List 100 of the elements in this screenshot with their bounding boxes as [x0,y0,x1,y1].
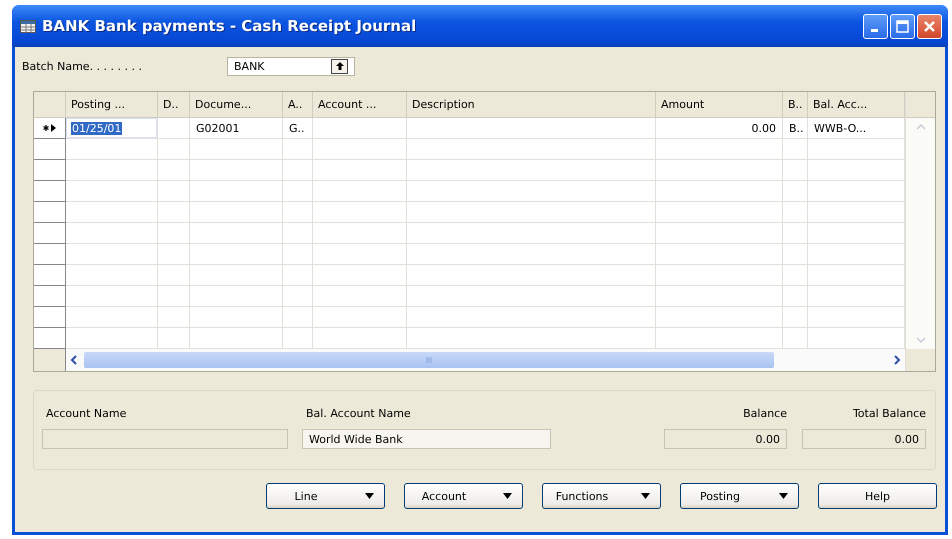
table-cell[interactable] [313,307,407,328]
table-cell[interactable] [283,160,313,181]
table-cell[interactable] [783,202,808,223]
table-cell[interactable] [783,265,808,286]
table-cell[interactable] [407,265,656,286]
table-cell[interactable] [158,139,190,160]
table-cell[interactable] [656,139,783,160]
table-cell[interactable] [313,160,407,181]
table-cell[interactable] [656,160,783,181]
table-cell[interactable] [66,181,158,202]
table-cell[interactable] [407,286,656,307]
scroll-left-icon[interactable] [70,355,78,365]
vertical-scrollbar[interactable] [906,118,935,349]
column-header[interactable]: Account ... [313,92,407,118]
table-cell[interactable] [783,307,808,328]
menu-button[interactable]: Account [404,483,523,509]
table-cell[interactable] [808,286,905,307]
table-cell[interactable] [808,223,905,244]
table-cell[interactable]: B.. [783,118,808,139]
help-button[interactable]: Help [818,483,937,509]
minimize-button[interactable] [863,14,888,38]
column-header[interactable]: A.. [283,92,313,118]
table-cell[interactable] [190,307,283,328]
table-cell[interactable] [808,139,905,160]
table-cell[interactable] [313,244,407,265]
table-cell[interactable] [158,202,190,223]
table-cell[interactable] [656,265,783,286]
column-header[interactable]: Posting ... [66,92,158,118]
table-cell[interactable] [66,286,158,307]
table-cell[interactable] [656,307,783,328]
table-cell[interactable] [283,307,313,328]
table-cell[interactable] [808,244,905,265]
column-header[interactable]: B.. [783,92,808,118]
table-cell[interactable] [313,118,407,139]
table-cell[interactable] [407,118,656,139]
table-cell[interactable]: 01/25/01 [66,118,158,139]
menu-button[interactable]: Line [266,483,385,509]
table-cell[interactable] [283,202,313,223]
table-cell[interactable] [407,223,656,244]
table-cell[interactable] [66,160,158,181]
table-cell[interactable] [407,160,656,181]
table-cell[interactable] [783,286,808,307]
column-header[interactable]: D.. [158,92,190,118]
table-cell[interactable] [407,202,656,223]
table-cell[interactable] [158,286,190,307]
table-cell[interactable] [158,265,190,286]
column-header[interactable]: Amount [656,92,783,118]
table-cell[interactable] [158,118,190,139]
table-cell[interactable] [283,223,313,244]
table-cell[interactable] [808,202,905,223]
column-header[interactable]: Docume... [190,92,283,118]
menu-button[interactable]: Posting [680,483,799,509]
table-cell[interactable] [783,244,808,265]
table-cell[interactable] [158,244,190,265]
table-cell[interactable] [283,139,313,160]
table-cell[interactable] [656,286,783,307]
table-cell[interactable] [66,139,158,160]
table-cell[interactable]: WWB-O... [808,118,905,139]
table-cell[interactable] [158,223,190,244]
table-cell[interactable] [313,223,407,244]
select-all-cell[interactable] [34,92,66,118]
table-cell[interactable] [313,181,407,202]
table-cell[interactable] [407,139,656,160]
table-cell[interactable] [190,202,283,223]
table-cell[interactable] [808,181,905,202]
table-cell[interactable] [783,181,808,202]
menu-button[interactable]: Functions [542,483,661,509]
table-cell[interactable] [313,139,407,160]
horizontal-scrollbar[interactable] [66,349,905,371]
table-cell[interactable] [66,223,158,244]
table-cell[interactable]: 0.00 [656,118,783,139]
table-cell[interactable] [656,223,783,244]
table-cell[interactable]: G02001 [190,118,283,139]
table-cell[interactable] [656,181,783,202]
table-cell[interactable] [808,160,905,181]
table-cell[interactable] [313,265,407,286]
table-cell[interactable] [783,223,808,244]
table-cell[interactable] [190,244,283,265]
table-cell[interactable] [407,307,656,328]
table-cell[interactable] [283,244,313,265]
table-cell[interactable] [66,244,158,265]
table-cell[interactable] [66,265,158,286]
batch-name-field[interactable]: BANK [227,56,355,76]
table-cell[interactable] [66,202,158,223]
column-header[interactable]: Bal. Acc... [808,92,905,118]
table-cell[interactable] [190,139,283,160]
scroll-right-icon[interactable] [893,355,901,365]
table-cell[interactable] [190,265,283,286]
table-cell[interactable] [283,265,313,286]
table-cell[interactable] [407,181,656,202]
table-cell[interactable] [407,244,656,265]
table-cell[interactable] [656,202,783,223]
table-cell[interactable] [66,307,158,328]
lookup-button[interactable] [331,58,348,74]
table-cell[interactable] [158,181,190,202]
table-cell[interactable] [158,160,190,181]
table-cell[interactable] [190,181,283,202]
table-cell[interactable] [283,286,313,307]
table-cell[interactable] [313,286,407,307]
table-cell[interactable] [190,160,283,181]
